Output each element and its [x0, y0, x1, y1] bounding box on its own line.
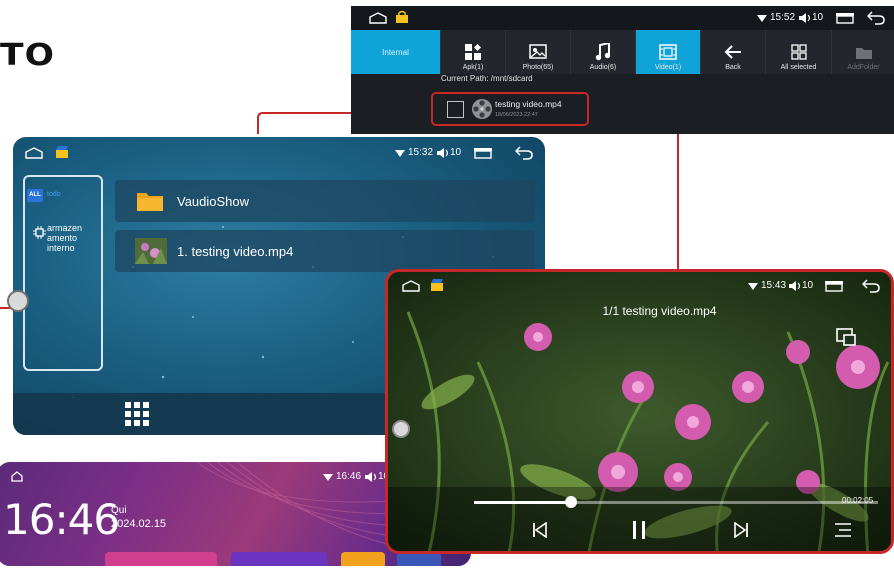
- status-time: 15:52: [770, 12, 796, 23]
- select-all-button[interactable]: All selected: [765, 30, 831, 74]
- picture-in-picture-icon[interactable]: [836, 328, 856, 346]
- storage-sidebar: [23, 175, 103, 371]
- callout-line-c: [590, 112, 679, 270]
- tab-apk-label: Apk(1): [462, 64, 484, 71]
- photo-icon: [529, 44, 547, 59]
- back-nav-icon[interactable]: [862, 279, 880, 293]
- apk-icon: [465, 44, 481, 60]
- film-icon: [659, 44, 677, 60]
- tab-apk[interactable]: Apk(1): [440, 30, 505, 74]
- tab-internal-label: Internal: [382, 47, 409, 57]
- add-folder-icon: [855, 47, 872, 59]
- select-all-label: All selected: [780, 64, 817, 71]
- wifi-icon: [323, 474, 333, 481]
- home-icon[interactable]: [25, 147, 43, 159]
- progress-fill: [474, 501, 571, 504]
- volume-icon: [437, 148, 449, 158]
- clapper-icon: [431, 279, 443, 291]
- playlist-icon[interactable]: [834, 522, 852, 538]
- folder-icon: [137, 193, 163, 211]
- app-grid-icon[interactable]: [125, 402, 149, 426]
- volume-icon: [789, 281, 801, 291]
- status-bar: 15:32 10: [13, 137, 545, 169]
- date: 2024.02.15: [111, 518, 167, 530]
- tab-audio[interactable]: Audio(6): [570, 30, 635, 74]
- file-name: testing video.mp4: [495, 99, 562, 109]
- video-thumbnail: [135, 238, 167, 264]
- status-time: 16:46: [336, 471, 362, 482]
- clapper-icon: [56, 146, 68, 158]
- tab-video[interactable]: Video(1): [635, 30, 700, 74]
- back-button[interactable]: Back: [700, 30, 765, 74]
- video-player-panel: 15:43 10 1/1 testing video.mp4 00:02:05: [385, 269, 894, 554]
- sidebar-item-todo[interactable]: todo: [47, 191, 61, 198]
- grid-select-icon: [790, 44, 807, 60]
- recent-apps-icon[interactable]: [473, 147, 493, 159]
- tab-video-label: Video(1): [654, 64, 682, 71]
- status-time: 15:43: [761, 280, 787, 291]
- current-path: Current Path: /mnt/sdcard: [441, 74, 533, 83]
- tab-photo[interactable]: Photo(65): [505, 30, 570, 74]
- add-folder-button[interactable]: AddFolder: [831, 30, 894, 74]
- status-volume: 10: [802, 280, 814, 291]
- folder-name: VaudioShow: [177, 194, 250, 209]
- skip-previous-icon[interactable]: [532, 522, 548, 538]
- back-nav-icon[interactable]: [515, 146, 533, 160]
- status-time: 15:32: [408, 147, 434, 158]
- app-tile[interactable]: [231, 552, 327, 566]
- elapsed-time: 00:02:05: [842, 496, 874, 505]
- tab-internal[interactable]: Internal: [351, 30, 440, 74]
- home-icon[interactable]: [369, 12, 387, 24]
- weekday: Qui: [111, 505, 127, 516]
- status-bar: 15:52 10: [351, 6, 894, 30]
- video-title: 1/1 testing video.mp4: [602, 304, 717, 318]
- film-reel-icon: [472, 99, 492, 119]
- file-item-testing-video[interactable]: testing video.mp4 18/06/2023 22:47: [431, 92, 589, 126]
- sidebar-item-storage[interactable]: armazen amento interno: [47, 223, 99, 253]
- clock: 16:46: [3, 495, 120, 544]
- side-handle-c[interactable]: [392, 420, 410, 438]
- tab-photo-label: Photo(65): [522, 64, 554, 71]
- arrow-left-icon: [724, 45, 741, 59]
- app-tile[interactable]: [397, 552, 441, 566]
- list-item-folder[interactable]: VaudioShow: [115, 180, 535, 222]
- status-volume: 10: [812, 12, 824, 23]
- home-icon[interactable]: [402, 280, 420, 292]
- video-name: 1. testing video.mp4: [177, 244, 294, 259]
- volume-icon: [365, 472, 377, 482]
- skip-next-icon[interactable]: [733, 522, 749, 538]
- volume-icon: [799, 13, 811, 23]
- home-icon[interactable]: [11, 471, 23, 482]
- add-folder-label: AddFolder: [847, 64, 880, 71]
- all-badge[interactable]: ALL: [27, 189, 43, 202]
- status-volume: 10: [450, 147, 462, 158]
- back-nav-icon[interactable]: [867, 11, 885, 25]
- tab-audio-label: Audio(6): [589, 64, 617, 71]
- wifi-icon: [395, 150, 405, 157]
- wifi-icon: [757, 15, 767, 22]
- status-bar: 15:43 10: [388, 272, 891, 300]
- wifi-icon: [748, 283, 758, 290]
- file-manager-panel: 15:52 10 Internal Apk(1) Photo(65) Audio…: [351, 6, 894, 134]
- progress-thumb[interactable]: [564, 496, 577, 508]
- recent-apps-icon[interactable]: [835, 12, 855, 24]
- app-tile[interactable]: [105, 552, 217, 566]
- pause-icon[interactable]: [631, 520, 647, 540]
- folder-lock-icon: [396, 10, 408, 23]
- file-date: 18/06/2023 22:47: [495, 112, 538, 118]
- recent-apps-icon[interactable]: [824, 280, 844, 292]
- category-toolbar: Internal Apk(1) Photo(65) Audio(6) Video…: [351, 30, 894, 74]
- progress-bar[interactable]: [474, 496, 878, 508]
- music-note-icon: [595, 43, 611, 61]
- side-handle-b[interactable]: [7, 290, 29, 312]
- app-tile[interactable]: [341, 552, 385, 566]
- list-item-video[interactable]: 1. testing video.mp4: [115, 230, 535, 272]
- chip-icon: [33, 226, 46, 239]
- file-checkbox[interactable]: [447, 101, 464, 118]
- back-button-label: Back: [725, 64, 741, 71]
